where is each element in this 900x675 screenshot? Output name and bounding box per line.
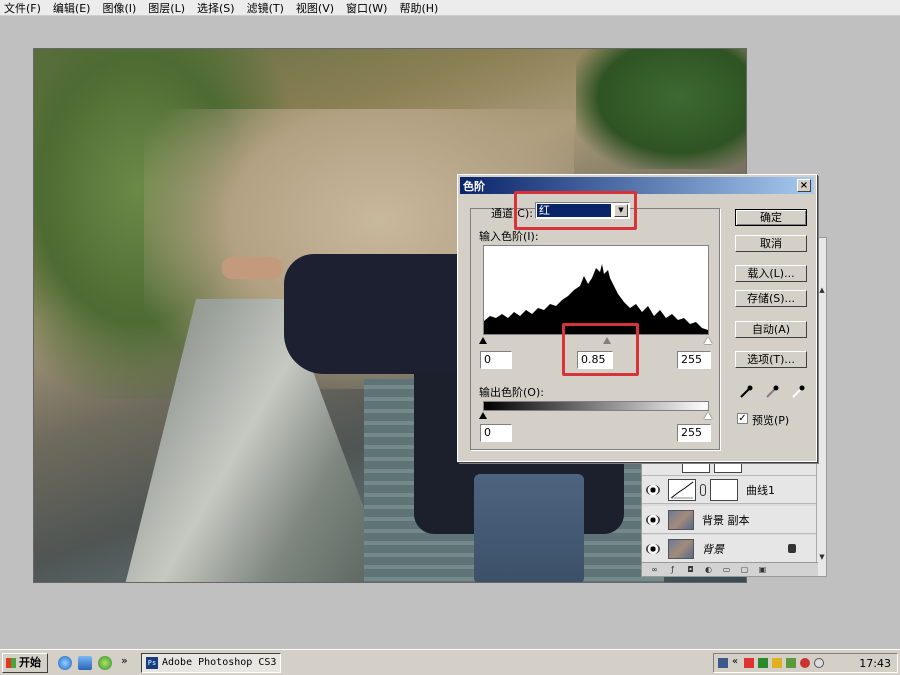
histogram (483, 245, 709, 335)
output-black-handle[interactable] (479, 412, 487, 419)
photo-person-jeans (474, 474, 584, 582)
menu-image[interactable]: 图像(I) (102, 0, 136, 16)
channel-label: 通道(C): (491, 207, 533, 220)
channel-value: 红 (537, 204, 611, 217)
layers-panel-footer: ∞ ƒ ◘ ◐ ▭ ▢ ▣ (642, 562, 818, 576)
chevron-down-icon[interactable]: ▼ (614, 204, 628, 217)
gray-eyedropper-icon[interactable] (765, 385, 779, 399)
cancel-button[interactable]: 取消 (735, 235, 807, 252)
dialog-title: 色阶 (463, 179, 485, 193)
histogram-shape (484, 264, 708, 334)
photo-person-hand (222, 257, 282, 279)
layer-name: 背景 (702, 542, 724, 556)
auto-button[interactable]: 自动(A) (735, 321, 807, 338)
menu-file[interactable]: 文件(F) (4, 0, 41, 16)
task-label: Adobe Photoshop CS3 (162, 657, 277, 668)
menu-view[interactable]: 视图(V) (296, 0, 334, 16)
delete-layer-icon[interactable]: ▣ (758, 565, 767, 574)
tray-overflow[interactable]: « (732, 656, 738, 667)
menu-bar: 文件(F) 编辑(E) 图像(I) 图层(L) 选择(S) 滤镜(T) 视图(V… (0, 0, 900, 16)
mask-thumb (710, 478, 738, 501)
windows-logo-icon (6, 658, 16, 668)
input-white-field[interactable]: 255 (677, 351, 711, 369)
new-adjustment-icon[interactable]: ◐ (704, 565, 713, 574)
tray-icon-stop[interactable] (800, 658, 810, 668)
start-label: 开始 (19, 656, 41, 669)
input-levels-label: 输入色阶(I): (479, 230, 539, 243)
quick-launch-overflow[interactable]: » (121, 654, 128, 667)
eye-icon[interactable] (646, 484, 660, 495)
output-levels-label: 输出色阶(O): (479, 386, 544, 399)
ie-icon[interactable] (58, 656, 72, 670)
clock: 17:43 (859, 657, 891, 670)
taskbar-photoshop-button[interactable]: Ps Adobe Photoshop CS3 (141, 653, 281, 673)
menu-edit[interactable]: 编辑(E) (53, 0, 91, 16)
scroll-up-icon[interactable]: ▲ (818, 285, 826, 295)
output-white-handle[interactable] (704, 412, 712, 419)
menu-help[interactable]: 帮助(H) (399, 0, 438, 16)
photo-tree-right (576, 49, 746, 169)
layer-row-curves[interactable]: 曲线1 (642, 476, 818, 504)
menu-window[interactable]: 窗口(W) (346, 0, 387, 16)
menu-select[interactable]: 选择(S) (197, 0, 235, 16)
tray-icon-network[interactable] (786, 658, 796, 668)
output-gradient-bar (483, 401, 709, 411)
dialog-titlebar[interactable]: 色阶 × (460, 177, 814, 194)
layers-scrollbar[interactable]: ▲ ▼ (816, 238, 826, 576)
white-eyedropper-icon[interactable] (791, 385, 805, 399)
eye-icon[interactable] (646, 514, 660, 525)
tray-icon-yellow[interactable] (772, 658, 782, 668)
options-button[interactable]: 选项(T)... (735, 351, 807, 368)
levels-dialog: 色阶 × 通道(C): 红 ▼ 输入色阶(I): 0 0.85 255 输出色阶… (457, 174, 817, 462)
input-gamma-field[interactable]: 0.85 (577, 351, 613, 369)
channel-select[interactable]: 红 ▼ (535, 202, 630, 219)
tray-icon-green[interactable] (758, 658, 768, 668)
start-button[interactable]: 开始 (2, 653, 48, 673)
input-black-handle[interactable] (479, 337, 487, 344)
keyboard-icon[interactable] (718, 658, 728, 668)
menu-layer[interactable]: 图层(L) (148, 0, 185, 16)
link-layers-icon[interactable]: ∞ (650, 565, 659, 574)
tray-icon-red[interactable] (744, 658, 754, 668)
layer-thumb (668, 538, 694, 559)
preview-label: 预览(P) (752, 414, 790, 427)
explorer-icon[interactable] (78, 656, 92, 670)
photoshop-icon: Ps (146, 657, 158, 669)
scroll-down-icon[interactable]: ▼ (818, 552, 826, 562)
eye-icon[interactable] (646, 543, 660, 554)
load-button[interactable]: 载入(L)... (735, 265, 807, 282)
layer-row-background[interactable]: 背景 (642, 535, 818, 563)
input-white-handle[interactable] (704, 337, 712, 344)
fx-icon[interactable]: ƒ (668, 565, 677, 574)
system-tray: « 17:43 (713, 653, 898, 673)
browser-icon[interactable] (98, 656, 112, 670)
chain-link-icon (700, 483, 706, 496)
close-icon[interactable]: × (797, 179, 811, 192)
preview-checkbox[interactable]: ✓ (737, 413, 748, 424)
input-gamma-handle[interactable] (603, 337, 611, 344)
taskbar: 开始 » Ps Adobe Photoshop CS3 « 17:43 (0, 649, 900, 675)
layer-name: 曲线1 (746, 483, 775, 497)
curves-thumb-icon (668, 478, 696, 501)
input-black-field[interactable]: 0 (480, 351, 512, 369)
black-eyedropper-icon[interactable] (739, 385, 753, 399)
output-slider-track[interactable] (479, 412, 712, 420)
ok-button[interactable]: 确定 (735, 209, 807, 226)
menu-filter[interactable]: 滤镜(T) (247, 0, 284, 16)
lock-icon (788, 544, 796, 553)
add-mask-icon[interactable]: ◘ (686, 565, 695, 574)
layer-row-bg-copy[interactable]: 背景 副本 (642, 506, 818, 534)
output-black-field[interactable]: 0 (480, 424, 512, 442)
new-layer-icon[interactable]: ▢ (740, 565, 749, 574)
save-button[interactable]: 存储(S)... (735, 290, 807, 307)
new-group-icon[interactable]: ▭ (722, 565, 731, 574)
tray-icon-clock[interactable] (814, 658, 824, 668)
input-slider-track[interactable] (479, 337, 712, 345)
layer-name: 背景 副本 (702, 513, 750, 527)
output-white-field[interactable]: 255 (677, 424, 711, 442)
layer-thumb (668, 509, 694, 530)
